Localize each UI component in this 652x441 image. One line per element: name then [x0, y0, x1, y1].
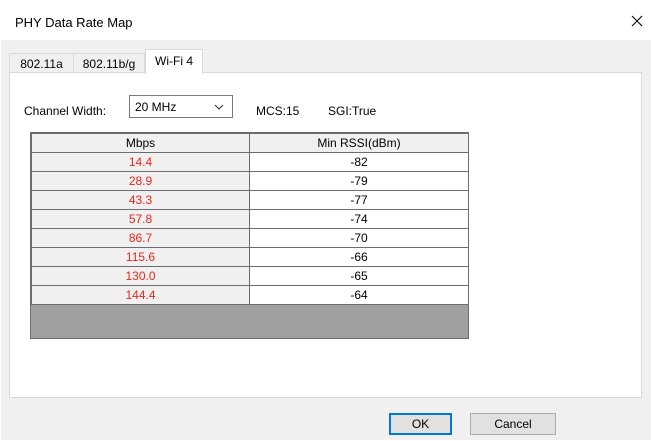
tab-802-11bg[interactable]: 802.11b/g [73, 53, 145, 73]
dialog-client-area: 802.11a 802.11b/g Wi-Fi 4 Channel Width:… [1, 40, 651, 440]
ok-button[interactable]: OK [389, 413, 452, 435]
close-button[interactable] [624, 8, 650, 34]
channel-width-dropdown[interactable]: 20 MHz [129, 95, 233, 118]
mbps-cell[interactable]: 43.3 [31, 190, 250, 210]
mbps-cell[interactable]: 57.8 [31, 209, 250, 229]
table-row[interactable]: 144.4 -64 [31, 285, 469, 305]
title-bar: PHY Data Rate Map [0, 0, 652, 40]
mbps-cell[interactable]: 130.0 [31, 266, 250, 286]
table-row[interactable]: 57.8 -74 [31, 209, 469, 229]
close-icon [631, 15, 643, 27]
table-row[interactable]: 14.4 -82 [31, 152, 469, 172]
rssi-cell[interactable]: -65 [249, 266, 469, 286]
rssi-cell[interactable]: -77 [249, 190, 469, 210]
data-rate-grid[interactable]: Mbps Min RSSI(dBm) 14.4 -82 28.9 -79 43.… [30, 132, 469, 339]
channel-width-value: 20 MHz [135, 100, 177, 114]
tab-802-11a[interactable]: 802.11a [9, 53, 74, 73]
table-row[interactable]: 43.3 -77 [31, 190, 469, 210]
rssi-cell[interactable]: -74 [249, 209, 469, 229]
rssi-cell[interactable]: -82 [249, 152, 469, 172]
window-title: PHY Data Rate Map [15, 15, 133, 30]
rssi-cell[interactable]: -79 [249, 171, 469, 191]
table-header-row: Mbps Min RSSI(dBm) [31, 133, 469, 153]
rssi-cell[interactable]: -70 [249, 228, 469, 248]
mbps-cell[interactable]: 115.6 [31, 247, 250, 267]
rssi-cell[interactable]: -66 [249, 247, 469, 267]
cancel-button[interactable]: Cancel [470, 413, 556, 435]
column-header-mbps[interactable]: Mbps [31, 133, 250, 153]
mbps-cell[interactable]: 14.4 [31, 152, 250, 172]
mbps-cell[interactable]: 28.9 [31, 171, 250, 191]
chevron-down-icon [214, 104, 224, 110]
tab-wifi-4[interactable]: Wi-Fi 4 [145, 49, 203, 74]
mbps-cell[interactable]: 86.7 [31, 228, 250, 248]
mcs-label: MCS:15 [256, 104, 300, 118]
mbps-cell[interactable]: 144.4 [31, 285, 250, 305]
rssi-cell[interactable]: -64 [249, 285, 469, 305]
channel-width-label: Channel Width: [24, 104, 107, 118]
table-row[interactable]: 86.7 -70 [31, 228, 469, 248]
column-header-min-rssi[interactable]: Min RSSI(dBm) [249, 133, 469, 153]
table-row[interactable]: 130.0 -65 [31, 266, 469, 286]
table-row[interactable]: 115.6 -66 [31, 247, 469, 267]
sgi-label: SGI:True [328, 104, 377, 118]
table-row[interactable]: 28.9 -79 [31, 171, 469, 191]
